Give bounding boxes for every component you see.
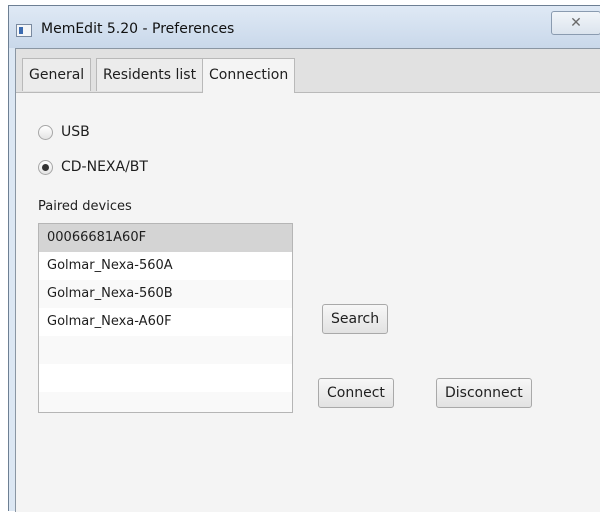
preferences-window: MemEdit 5.20 - Preferences ✕ General Res… — [8, 5, 600, 512]
connect-button[interactable]: Connect — [318, 378, 394, 408]
title-bar[interactable]: MemEdit 5.20 - Preferences ✕ — [9, 6, 600, 48]
close-button[interactable]: ✕ — [551, 11, 600, 35]
cd-nexa-bt-option[interactable]: CD-NEXA/BT — [38, 159, 148, 175]
usb-option[interactable]: USB — [38, 124, 90, 140]
list-item[interactable]: Golmar_Nexa-A60F — [39, 308, 292, 336]
cd-nexa-bt-label: CD-NEXA/BT — [61, 159, 148, 175]
usb-label: USB — [61, 124, 90, 140]
disconnect-button[interactable]: Disconnect — [436, 378, 532, 408]
list-item[interactable]: 00066681A60F — [39, 224, 292, 252]
cd-nexa-bt-radio[interactable] — [38, 159, 53, 175]
list-item[interactable]: Golmar_Nexa-560B — [39, 280, 292, 308]
tab-connection[interactable]: Connection — [202, 58, 296, 93]
list-item-empty — [39, 364, 292, 392]
tab-residents-list[interactable]: Residents list — [96, 58, 204, 91]
close-icon: ✕ — [570, 15, 582, 31]
tab-bar: General Residents list Connection — [16, 49, 600, 93]
usb-radio[interactable] — [38, 124, 53, 140]
dialog-content: General Residents list Connection USB CD… — [15, 48, 600, 512]
list-item-empty — [39, 392, 292, 412]
paired-devices-label: Paired devices — [38, 199, 132, 214]
tab-general[interactable]: General — [22, 58, 92, 91]
list-item-empty — [39, 336, 292, 364]
paired-devices-list[interactable]: 00066681A60F Golmar_Nexa-560A Golmar_Nex… — [38, 223, 293, 413]
list-item[interactable]: Golmar_Nexa-560A — [39, 252, 292, 280]
search-button[interactable]: Search — [322, 304, 389, 334]
window-title: MemEdit 5.20 - Preferences — [41, 21, 235, 37]
app-icon — [16, 24, 32, 37]
